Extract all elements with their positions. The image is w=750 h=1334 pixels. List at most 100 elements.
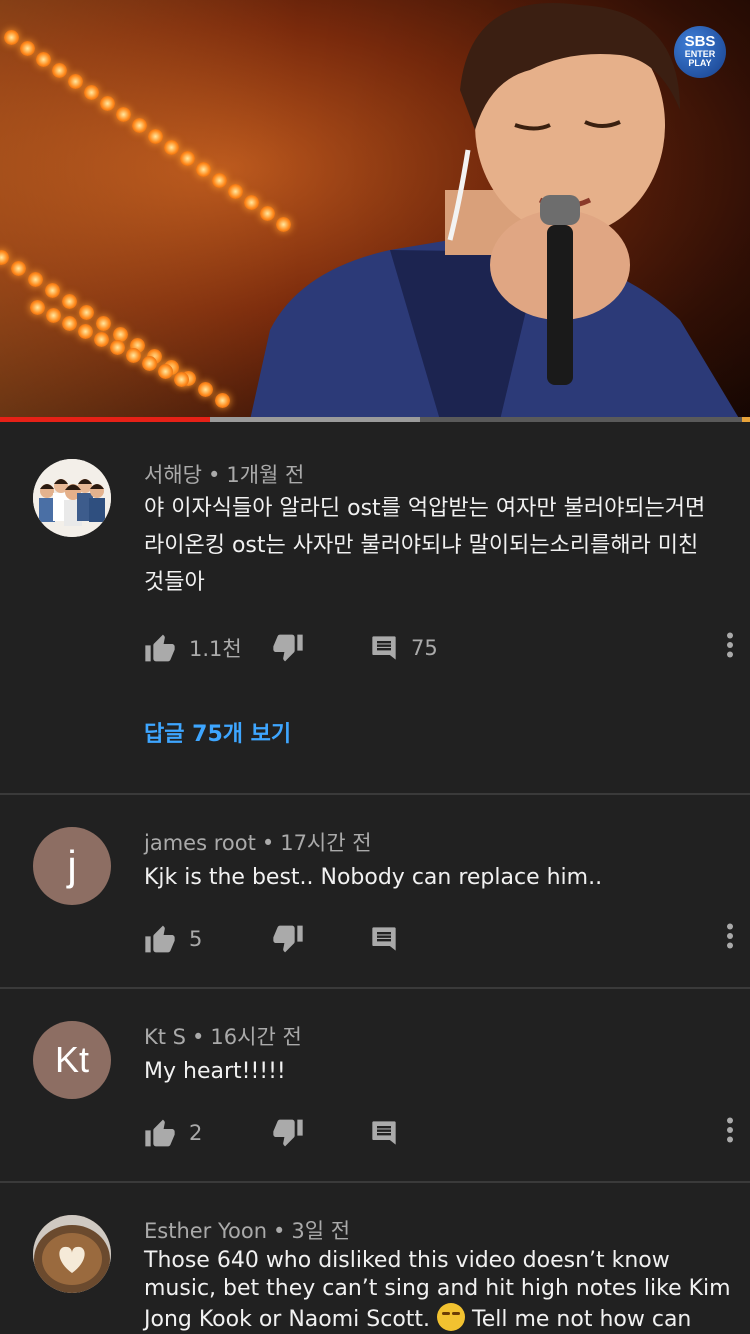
stage-bulb: [96, 316, 111, 331]
stage-bulb: [164, 140, 179, 155]
like-button[interactable]: 1.1천: [144, 630, 242, 666]
stage-bulb: [78, 324, 93, 339]
reply-count: 75: [411, 636, 438, 660]
stage-bulb: [212, 173, 227, 188]
comment-meta: Kt S • 16시간 전: [144, 1021, 302, 1051]
dislike-button[interactable]: [272, 630, 304, 666]
stage-bulb: [68, 74, 83, 89]
comment-time: 1개월 전: [226, 463, 305, 487]
stage-bulb: [100, 96, 115, 111]
avatar[interactable]: [33, 1215, 111, 1293]
stage-bulb: [116, 107, 131, 122]
thumb-up-icon: [144, 1118, 176, 1148]
comment-thread: Kt Kt S • 16시간 전 My heart!!!!! 2: [0, 989, 750, 1181]
comment-author[interactable]: 서해당: [144, 463, 202, 487]
comment-actions: 5: [144, 921, 734, 957]
comment-text: Kjk is the best.. Nobody can replace him…: [144, 865, 603, 890]
comment-text-part: Tell me not how can: [465, 1307, 692, 1332]
separator-dot: •: [207, 463, 221, 487]
logo-line-1: SBS: [684, 33, 716, 50]
more-options-button[interactable]: [726, 632, 734, 658]
unamused-face-emoji-icon: [437, 1303, 466, 1331]
separator-dot: •: [192, 1025, 205, 1049]
like-count: 1.1천: [189, 637, 242, 661]
stage-bulb: [62, 294, 77, 309]
stage-bulb: [46, 308, 61, 323]
stage-bulb: [110, 340, 125, 355]
comment-text: My heart!!!!!: [144, 1059, 286, 1084]
stage-bulb: [52, 63, 67, 78]
comment-icon: [370, 634, 398, 662]
like-button[interactable]: 5: [144, 921, 202, 957]
more-options-button[interactable]: [726, 923, 734, 949]
comment-text: 야 이자식들아 알라딘 ost를 억압받는 여자만 불러야되는거면 라이온킹 o…: [144, 496, 706, 595]
group-photo-icon: [33, 459, 111, 537]
stage-bulb: [84, 85, 99, 100]
reply-button[interactable]: [370, 921, 398, 957]
more-vertical-icon: [726, 632, 734, 658]
stage-bulb: [215, 393, 230, 408]
comment-actions: 2: [144, 1115, 734, 1151]
comment-meta: Esther Yoon • 3일 전: [144, 1215, 350, 1245]
thumb-down-icon: [272, 924, 304, 954]
avatar[interactable]: j: [33, 827, 111, 905]
logo-line-3: PLAY: [688, 58, 712, 68]
comment-text: Those 640 who disliked this video doesn’…: [144, 1247, 734, 1334]
stage-bulb: [158, 364, 173, 379]
dislike-button[interactable]: [272, 1115, 304, 1151]
video-player[interactable]: SBS ENTER PLAY: [0, 0, 750, 420]
comment-meta: james root • 17시간 전: [144, 827, 372, 857]
comment-author[interactable]: Kt S: [144, 1025, 186, 1049]
thumb-down-icon: [272, 633, 304, 663]
stage-bulb: [126, 348, 141, 363]
comment-thread: j james root • 17시간 전 Kjk is the best.. No…: [0, 795, 750, 988]
more-vertical-icon: [726, 1117, 734, 1143]
reply-button[interactable]: 75: [370, 630, 438, 666]
stage-bulb: [198, 382, 213, 397]
stage-bulb: [62, 316, 77, 331]
thumb-down-icon: [272, 1118, 304, 1148]
comment-time: 16시간 전: [210, 1025, 302, 1049]
comment-author[interactable]: james root: [144, 831, 256, 855]
stage-bulb: [20, 41, 35, 56]
avatar[interactable]: [33, 459, 111, 537]
view-replies-link[interactable]: 답글 75개 보기: [144, 716, 291, 748]
stage-bulb: [45, 283, 60, 298]
channel-logo: SBS ENTER PLAY: [674, 26, 726, 78]
comment-thread: 서해당 • 1개월 전 야 이자식들아 알라딘 ost를 억압받는 여자만 불러야되…: [0, 422, 750, 794]
stage-bulb: [196, 162, 211, 177]
comment-icon: [370, 925, 398, 953]
stage-bulb: [4, 30, 19, 45]
stage-bulb: [132, 118, 147, 133]
stage-bulb: [79, 305, 94, 320]
stage-bulb: [180, 151, 195, 166]
thumb-up-icon: [144, 633, 176, 663]
like-count: 5: [189, 927, 203, 951]
dislike-button[interactable]: [272, 921, 304, 957]
more-options-button[interactable]: [726, 1117, 734, 1143]
comment-meta: 서해당 • 1개월 전: [144, 459, 304, 489]
comment-thread: Esther Yoon • 3일 전 Those 640 who disliked …: [0, 1183, 750, 1334]
like-count: 2: [189, 1121, 203, 1145]
stage-bulb: [11, 261, 26, 276]
separator-dot: •: [261, 831, 275, 855]
latte-art-icon: [33, 1215, 111, 1293]
stage-bulb: [28, 272, 43, 287]
avatar[interactable]: Kt: [33, 1021, 111, 1099]
comment-time: 3일 전: [291, 1219, 351, 1243]
stage-bulb: [36, 52, 51, 67]
separator-dot: •: [273, 1219, 286, 1243]
comment-actions: 1.1천 75: [144, 630, 734, 666]
comment-time: 17시간 전: [280, 831, 372, 855]
stage-bulb: [174, 372, 189, 387]
more-vertical-icon: [726, 923, 734, 949]
comment-author[interactable]: Esther Yoon: [144, 1219, 267, 1243]
stage-bulb: [30, 300, 45, 315]
reply-button[interactable]: [370, 1115, 398, 1151]
stage-bulb: [142, 356, 157, 371]
comment-icon: [370, 1119, 398, 1147]
thumb-up-icon: [144, 924, 176, 954]
stage-bulb: [94, 332, 109, 347]
stage-bulb: [148, 129, 163, 144]
like-button[interactable]: 2: [144, 1115, 202, 1151]
